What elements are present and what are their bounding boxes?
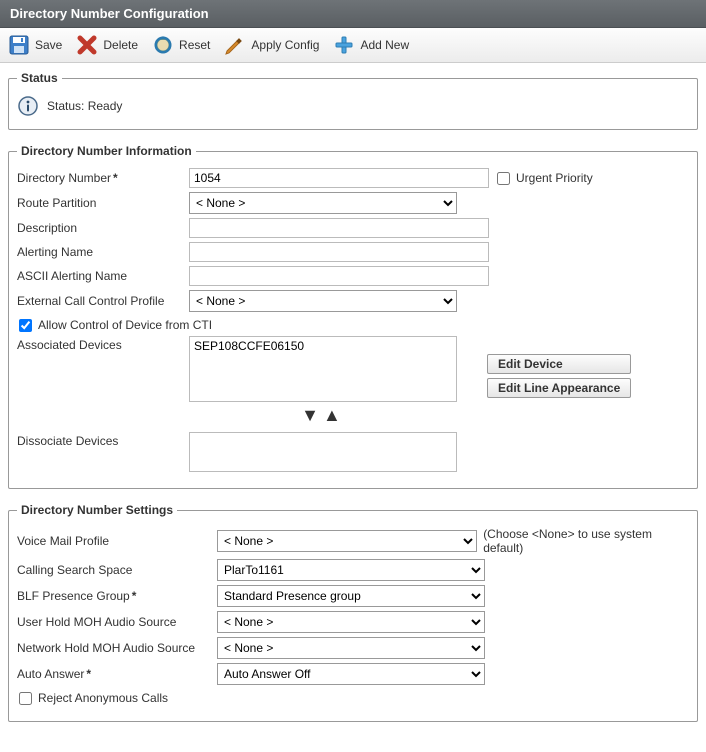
route-partition-label: Route Partition	[17, 196, 189, 210]
allow-cti-checkbox[interactable]	[19, 319, 32, 332]
addnew-label: Add New	[360, 38, 409, 52]
ext-call-ctrl-select[interactable]: < None >	[189, 290, 457, 312]
urgent-priority-checkbox[interactable]	[497, 172, 510, 185]
voice-mail-label: Voice Mail Profile	[17, 534, 217, 548]
auto-answer-select[interactable]: Auto Answer Off	[217, 663, 485, 685]
delete-icon	[76, 34, 98, 56]
alerting-name-label: Alerting Name	[17, 245, 189, 259]
ascii-alerting-name-input[interactable]	[189, 266, 489, 286]
save-button[interactable]: Save	[8, 34, 62, 56]
reject-anon-checkbox[interactable]	[19, 692, 32, 705]
associated-devices-label: Associated Devices	[17, 336, 189, 352]
apply-label: Apply Config	[251, 38, 319, 52]
reject-anon-label: Reject Anonymous Calls	[38, 691, 168, 705]
alerting-name-input[interactable]	[189, 242, 489, 262]
description-label: Description	[17, 221, 189, 235]
status-text: Status: Ready	[47, 99, 122, 113]
chevron-up-icon: ▲	[323, 405, 345, 425]
info-icon	[17, 95, 39, 117]
toolbar: Save Delete Reset Apply Config Add New	[0, 28, 706, 63]
edit-line-appearance-button[interactable]: Edit Line Appearance	[487, 378, 631, 398]
reset-icon	[152, 34, 174, 56]
delete-label: Delete	[103, 38, 138, 52]
blf-label: BLF Presence Group	[17, 589, 217, 603]
css-select[interactable]: PlarTo1161	[217, 559, 485, 581]
blf-select[interactable]: Standard Presence group	[217, 585, 485, 607]
dn-info-legend: Directory Number Information	[17, 144, 196, 158]
dissociate-devices-label: Dissociate Devices	[17, 432, 189, 448]
voice-mail-select[interactable]: < None >	[217, 530, 477, 552]
urgent-priority-label: Urgent Priority	[516, 171, 593, 185]
dissociate-devices-list[interactable]	[189, 432, 457, 472]
move-arrows[interactable]: ▼▲	[189, 408, 457, 422]
page-title: Directory Number Configuration	[0, 0, 706, 28]
voice-mail-hint: (Choose <None> to use system default)	[483, 527, 689, 555]
delete-button[interactable]: Delete	[76, 34, 138, 56]
apply-config-button[interactable]: Apply Config	[224, 34, 319, 56]
save-label: Save	[35, 38, 62, 52]
user-hold-select[interactable]: < None >	[217, 611, 485, 633]
add-new-button[interactable]: Add New	[333, 34, 409, 56]
add-icon	[333, 34, 355, 56]
user-hold-label: User Hold MOH Audio Source	[17, 615, 217, 629]
reset-button[interactable]: Reset	[152, 34, 210, 56]
directory-number-input[interactable]	[189, 168, 489, 188]
css-label: Calling Search Space	[17, 563, 217, 577]
route-partition-select[interactable]: < None >	[189, 192, 457, 214]
edit-device-button[interactable]: Edit Device	[487, 354, 631, 374]
save-icon	[8, 34, 30, 56]
apply-icon	[224, 34, 246, 56]
auto-answer-label: Auto Answer	[17, 667, 217, 681]
net-hold-label: Network Hold MOH Audio Source	[17, 641, 217, 655]
net-hold-select[interactable]: < None >	[217, 637, 485, 659]
dn-settings-fieldset: Directory Number Settings Voice Mail Pro…	[8, 503, 698, 722]
allow-cti-label: Allow Control of Device from CTI	[38, 318, 212, 332]
associated-devices-list[interactable]: SEP108CCFE06150	[189, 336, 457, 402]
reset-label: Reset	[179, 38, 210, 52]
chevron-down-icon: ▼	[301, 405, 323, 425]
ext-call-ctrl-label: External Call Control Profile	[17, 294, 189, 308]
dn-settings-legend: Directory Number Settings	[17, 503, 177, 517]
description-input[interactable]	[189, 218, 489, 238]
status-legend: Status	[17, 71, 62, 85]
status-fieldset: Status Status: Ready	[8, 71, 698, 130]
dn-info-fieldset: Directory Number Information Directory N…	[8, 144, 698, 489]
directory-number-label: Directory Number	[17, 171, 189, 185]
ascii-alerting-name-label: ASCII Alerting Name	[17, 269, 189, 283]
